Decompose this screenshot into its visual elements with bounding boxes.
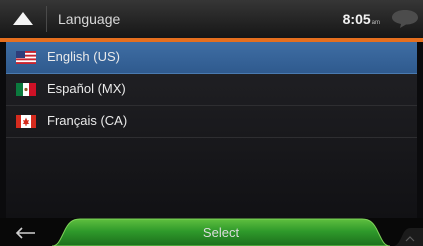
language-item-english-us[interactable]: English (US) xyxy=(6,42,417,74)
canada-flag-icon xyxy=(16,115,36,128)
scroll-up-icon[interactable] xyxy=(393,222,423,246)
clock: 8:05am xyxy=(343,11,380,27)
bottom-bar: Select xyxy=(0,218,423,246)
page-title: Language xyxy=(58,11,121,27)
chevron-up-icon xyxy=(13,12,33,25)
language-label: English (US) xyxy=(47,49,120,64)
language-list: English (US) Español (MX) Français (CA) xyxy=(6,42,417,218)
us-flag-icon xyxy=(16,51,36,64)
language-label: Español (MX) xyxy=(47,81,126,96)
language-label: Français (CA) xyxy=(47,113,128,128)
language-item-francais-ca[interactable]: Français (CA) xyxy=(6,106,417,138)
back-arrow-icon[interactable] xyxy=(14,226,36,240)
message-bubble-icon xyxy=(392,10,418,28)
header-divider xyxy=(46,6,47,32)
title-bar: Language 8:05am xyxy=(0,0,423,38)
clock-ampm: am xyxy=(371,20,380,26)
mexico-flag-icon xyxy=(16,83,36,96)
language-item-espanol-mx[interactable]: Español (MX) xyxy=(6,74,417,106)
language-screen: Language 8:05am English (US) Español (MX… xyxy=(0,0,423,246)
up-button[interactable] xyxy=(0,0,46,38)
messages-button[interactable] xyxy=(387,0,423,38)
select-button[interactable]: Select xyxy=(52,218,390,246)
clock-time: 8:05 xyxy=(342,11,371,27)
select-button-label: Select xyxy=(202,225,240,240)
